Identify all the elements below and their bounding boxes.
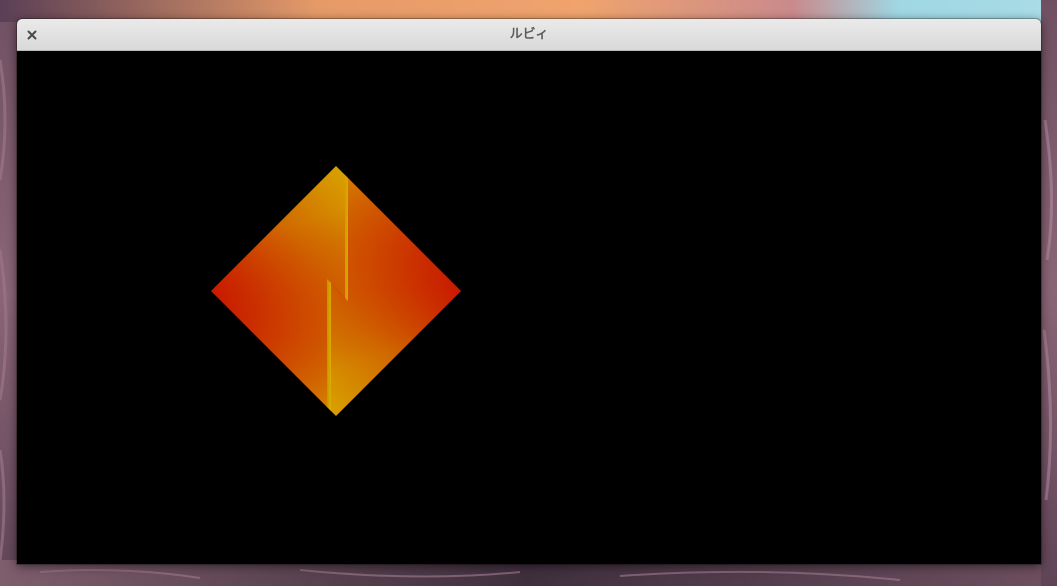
window-title: ルビィ	[509, 27, 549, 42]
window-titlebar[interactable]: ルビィ	[17, 19, 1041, 51]
diamond-shape	[211, 166, 461, 416]
render-canvas	[17, 51, 1041, 564]
app-window: ルビィ	[17, 19, 1041, 564]
